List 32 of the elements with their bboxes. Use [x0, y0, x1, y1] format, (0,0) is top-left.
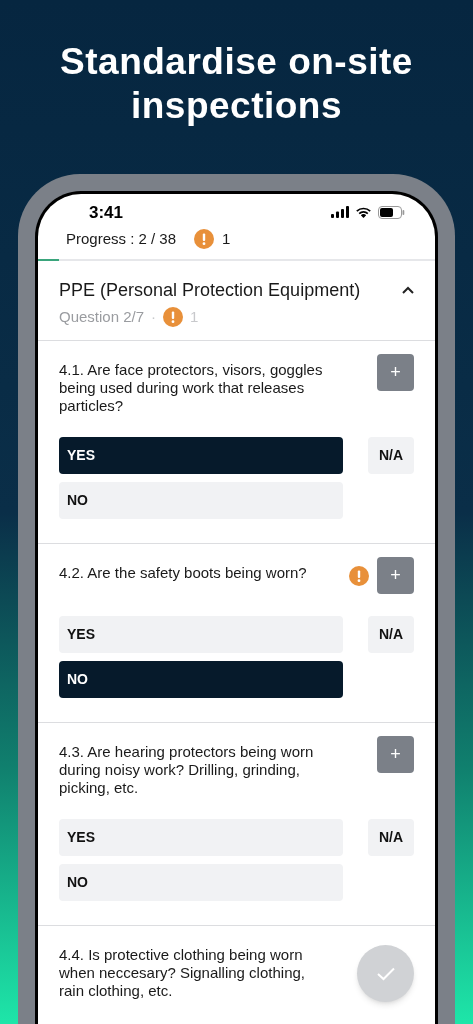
answer-button[interactable]: YES: [59, 616, 343, 653]
answer-button[interactable]: NO: [59, 482, 343, 519]
answer-button[interactable]: NO: [59, 661, 343, 698]
answer-button[interactable]: N/A: [368, 819, 414, 856]
add-button[interactable]: +: [377, 557, 414, 594]
add-button[interactable]: +: [377, 736, 414, 773]
battery-icon: [378, 205, 405, 219]
add-button[interactable]: +: [377, 354, 414, 391]
headline: Standardise on-site: [60, 40, 413, 84]
warning-icon: [194, 229, 215, 250]
answer-button[interactable]: N/A: [368, 437, 414, 474]
warning-icon: [349, 566, 369, 586]
question-text: 4.4. Is protective clothing being worn when neccesary? Signalling clothing, rain clothing, etc.: [59, 946, 306, 1000]
check-icon: [376, 966, 395, 981]
answer-button[interactable]: N/A: [368, 616, 414, 653]
answer-button[interactable]: YES: [59, 819, 343, 856]
signal-icon: [331, 206, 349, 219]
chevron-icon[interactable]: [402, 286, 414, 294]
separator-dot: ·: [151, 306, 157, 327]
answer-button[interactable]: YES: [59, 437, 343, 474]
question-text: 4.3. Are hearing protectors being worn during noisy work? Drilling, grinding, picking, etc.: [59, 743, 315, 797]
warning-count: 1: [222, 229, 231, 250]
question-text: 4.1. Are face protectors, visors, goggles being used during work that releases particles?: [59, 361, 323, 415]
progress-label: Progress : 2 / 38: [66, 229, 177, 250]
answer-button[interactable]: NO: [59, 864, 343, 901]
headline: inspections: [130, 84, 343, 128]
status-time: 3:41: [89, 201, 124, 224]
warning-icon: [163, 306, 184, 327]
question-counter: Question 2/7: [59, 306, 145, 327]
question-text: 4.2. Are the safety boots being worn?: [59, 564, 308, 582]
section-title: PPE (Personal Protection Equipment): [59, 278, 361, 302]
wifi-icon: [355, 206, 372, 219]
